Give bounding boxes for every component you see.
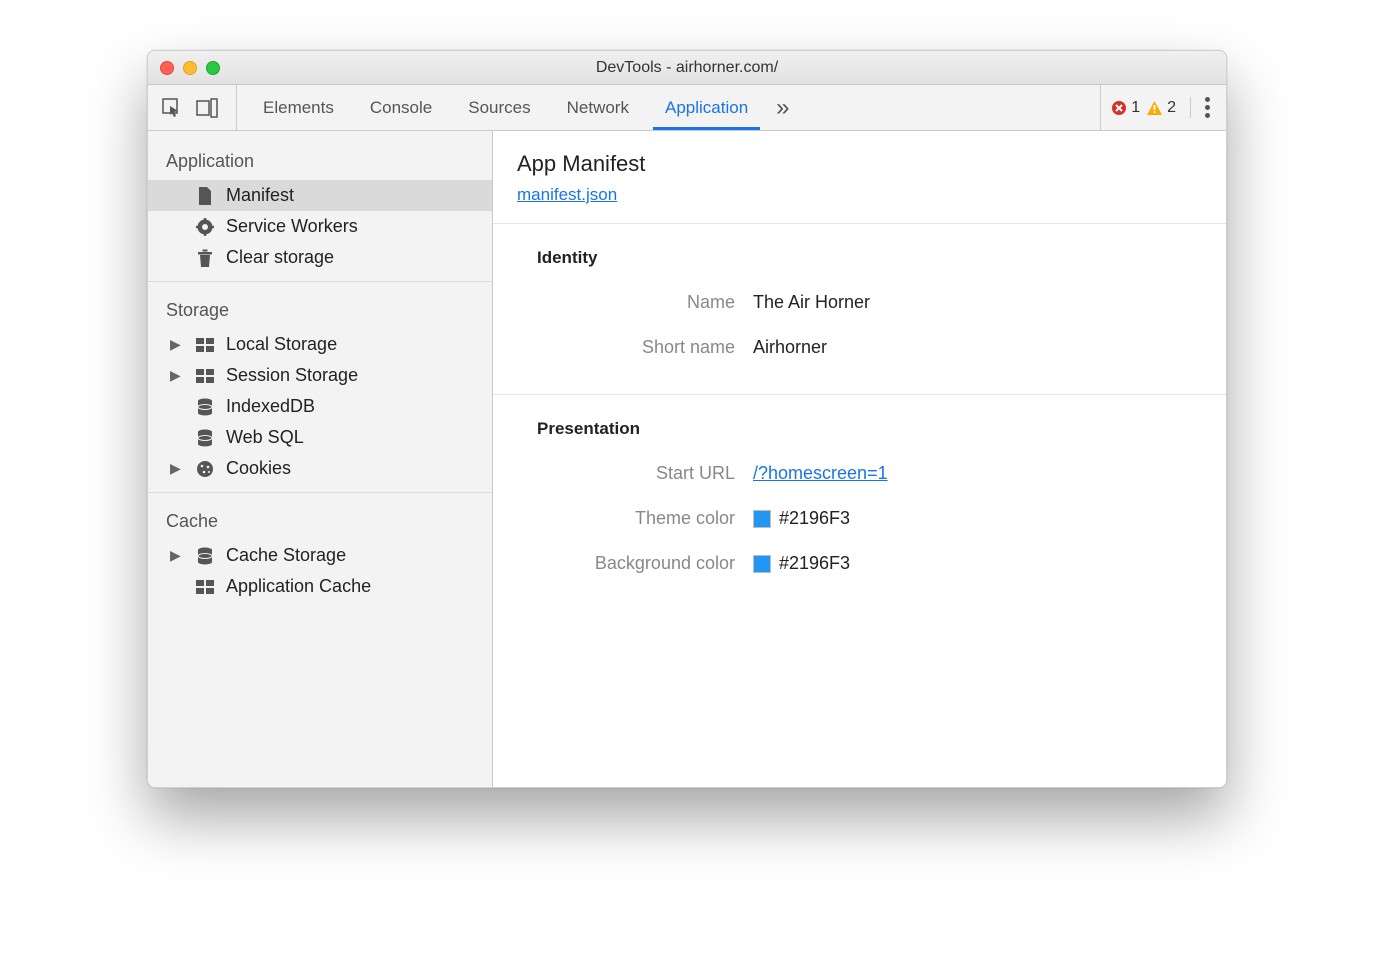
chevron-right-icon: ▶: [170, 460, 181, 477]
tab-network[interactable]: Network: [549, 85, 647, 130]
warning-icon: [1146, 100, 1163, 116]
color-value: #2196F3: [779, 508, 850, 529]
sidebar-group-application: Application: [148, 141, 492, 180]
sidebar-item-local-storage[interactable]: ▶ Local Storage: [148, 329, 492, 360]
row-label: Theme color: [493, 508, 753, 529]
sidebar-item-web-sql[interactable]: Web SQL: [148, 422, 492, 453]
row-value: #2196F3: [753, 508, 850, 529]
errors-count: 1: [1131, 99, 1140, 117]
sidebar-item-label: Local Storage: [226, 334, 337, 355]
trash-icon: [194, 249, 216, 267]
table-icon: [194, 338, 216, 352]
main-panel: App Manifest manifest.json Identity Name…: [493, 131, 1226, 787]
table-icon: [194, 580, 216, 594]
sidebar-item-cookies[interactable]: ▶ Cookies: [148, 453, 492, 484]
tab-elements[interactable]: Elements: [245, 85, 352, 130]
sidebar-item-indexeddb[interactable]: IndexedDB: [148, 391, 492, 422]
titlebar: DevTools - airhorner.com/: [148, 51, 1226, 85]
chevron-right-icon: ▶: [170, 367, 181, 384]
manifest-link[interactable]: manifest.json: [517, 185, 617, 204]
chevron-right-icon: ▶: [170, 336, 181, 353]
divider: [148, 492, 492, 493]
sidebar-group-cache: Cache: [148, 501, 492, 540]
sidebar-item-label: Manifest: [226, 185, 294, 206]
section-heading: Presentation: [493, 419, 1226, 451]
section-identity: Identity Name The Air Horner Short name …: [493, 224, 1226, 395]
window-title: DevTools - airhorner.com/: [148, 59, 1226, 77]
divider: [148, 281, 492, 282]
row-short-name: Short name Airhorner: [493, 325, 1226, 370]
sidebar-group-storage: Storage: [148, 290, 492, 329]
sidebar-item-label: Cookies: [226, 458, 291, 479]
toolbar: Elements Console Sources Network Applica…: [148, 85, 1226, 131]
section-heading: Identity: [493, 248, 1226, 280]
body: Application Manifest Service Workers Cle…: [148, 131, 1226, 787]
more-tabs-button[interactable]: »: [766, 85, 799, 130]
device-toggle-icon[interactable]: [196, 98, 218, 118]
row-label: Start URL: [493, 463, 753, 484]
window: DevTools - airhorner.com/ Elements Conso…: [147, 50, 1227, 788]
row-value: Airhorner: [753, 337, 827, 358]
sidebar-item-label: IndexedDB: [226, 396, 315, 417]
sidebar-item-application-cache[interactable]: Application Cache: [148, 571, 492, 602]
sidebar-item-label: Cache Storage: [226, 545, 346, 566]
select-element-icon[interactable]: [162, 98, 182, 118]
row-name: Name The Air Horner: [493, 280, 1226, 325]
error-icon: [1111, 100, 1127, 116]
document-icon: [194, 187, 216, 205]
row-background-color: Background color #2196F3: [493, 541, 1226, 586]
tab-sources[interactable]: Sources: [450, 85, 548, 130]
row-label: Short name: [493, 337, 753, 358]
row-value: #2196F3: [753, 553, 850, 574]
color-value: #2196F3: [779, 553, 850, 574]
settings-menu-button[interactable]: [1190, 97, 1216, 118]
cookie-icon: [194, 460, 216, 478]
sidebar-item-label: Service Workers: [226, 216, 358, 237]
sidebar-item-label: Application Cache: [226, 576, 371, 597]
gear-icon: [194, 218, 216, 236]
status-area: 1 2: [1100, 85, 1216, 130]
row-label: Name: [493, 292, 753, 313]
row-theme-color: Theme color #2196F3: [493, 496, 1226, 541]
sidebar: Application Manifest Service Workers Cle…: [148, 131, 493, 787]
start-url-link[interactable]: /?homescreen=1: [753, 463, 888, 484]
chevron-right-icon: ▶: [170, 547, 181, 564]
inspect-tools: [162, 85, 237, 130]
sidebar-item-label: Clear storage: [226, 247, 334, 268]
row-value: The Air Horner: [753, 292, 870, 313]
database-icon: [194, 547, 216, 565]
sidebar-item-service-workers[interactable]: Service Workers: [148, 211, 492, 242]
color-swatch: [753, 510, 771, 528]
sidebar-item-manifest[interactable]: Manifest: [148, 180, 492, 211]
table-icon: [194, 369, 216, 383]
errors-badge[interactable]: 1: [1111, 99, 1140, 117]
row-start-url: Start URL /?homescreen=1: [493, 451, 1226, 496]
database-icon: [194, 429, 216, 447]
row-label: Background color: [493, 553, 753, 574]
sidebar-item-cache-storage[interactable]: ▶ Cache Storage: [148, 540, 492, 571]
tab-application[interactable]: Application: [647, 85, 766, 130]
sidebar-item-label: Web SQL: [226, 427, 304, 448]
section-presentation: Presentation Start URL /?homescreen=1 Th…: [493, 395, 1226, 610]
main-header: App Manifest manifest.json: [493, 131, 1226, 224]
warnings-badge[interactable]: 2: [1146, 99, 1176, 117]
database-icon: [194, 398, 216, 416]
color-swatch: [753, 555, 771, 573]
sidebar-item-label: Session Storage: [226, 365, 358, 386]
warnings-count: 2: [1167, 99, 1176, 117]
sidebar-item-session-storage[interactable]: ▶ Session Storage: [148, 360, 492, 391]
sidebar-item-clear-storage[interactable]: Clear storage: [148, 242, 492, 273]
page-title: App Manifest: [517, 151, 1202, 177]
panel-tabs: Elements Console Sources Network Applica…: [245, 85, 1092, 130]
tab-console[interactable]: Console: [352, 85, 450, 130]
row-value: /?homescreen=1: [753, 463, 888, 484]
